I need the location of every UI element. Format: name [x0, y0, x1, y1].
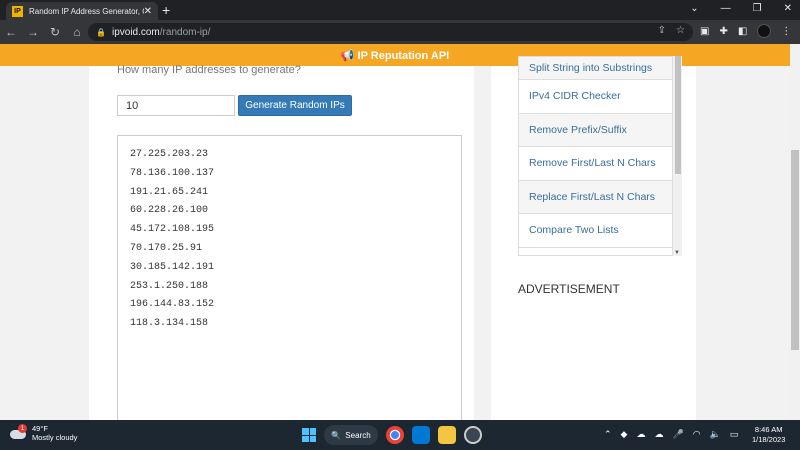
sidebar-item-replace-first-last-n-chars[interactable]: Replace First/Last N Chars — [519, 180, 672, 214]
sidebar-item-ipv4-cidr-checker[interactable]: IPv4 CIDR Checker — [519, 80, 672, 114]
ip-line: 27.225.203.23 — [130, 149, 209, 160]
taskbar-search-button[interactable]: 🔍 Search — [324, 425, 378, 445]
url-path: /random-ip/ — [159, 26, 211, 38]
omnibox-icons: ⇪ ☆ — [658, 25, 685, 36]
url-host: ipvoid.com — [111, 26, 160, 38]
chevron-down-icon[interactable]: ⌄ — [690, 3, 698, 14]
ip-line: 253.1.250.188 — [130, 280, 209, 292]
weather-desc: Mostly cloudy — [32, 433, 78, 442]
url-text: ipvoid.com/random-ip/ — [112, 27, 210, 38]
bookmark-star-icon[interactable]: ☆ — [676, 25, 685, 36]
chevron-up-icon[interactable]: ⌃ — [604, 429, 612, 440]
weather-badge: 1 — [18, 424, 27, 433]
lock-icon[interactable]: 🔒 — [96, 28, 106, 37]
address-bar[interactable]: 🔒 ipvoid.com/random-ip/ ⇪ ☆ — [88, 23, 693, 41]
vscode-app-icon[interactable] — [412, 426, 430, 444]
tools-list-scroll-thumb[interactable] — [675, 56, 681, 174]
battery-icon[interactable]: ▭ — [730, 429, 739, 440]
ip-line: 118.3.134.158 — [130, 318, 209, 330]
ip-line: 196.144.83.152 — [130, 299, 215, 311]
back-icon[interactable]: ← — [0, 25, 22, 39]
page-scrollbar[interactable] — [790, 44, 800, 420]
sidebar-item-split-string-into-substrings[interactable]: Split String into Substrings — [519, 57, 672, 80]
ip-output-textarea[interactable]: 27.225.203.23 78.136.100.137 191.21.65.241… — [117, 135, 462, 425]
puzzle-icon[interactable]: ✚ — [719, 26, 727, 37]
search-icon: 🔍 — [331, 430, 342, 440]
ip-line: 191.21.65.241 — [130, 186, 209, 198]
restore-icon[interactable]: ❐ — [753, 3, 762, 14]
menu-dots-icon[interactable]: ⋮ — [781, 26, 791, 37]
sidebar-item-compare-two-lists[interactable]: Compare Two Lists — [519, 214, 672, 248]
forward-icon[interactable]: → — [22, 25, 44, 39]
page-content: How many IP addresses to generate? Gener… — [0, 56, 790, 425]
browser-toolbar: ← → ↻ ⌂ 🔒 ipvoid.com/random-ip/ ⇪ ☆ ▣ ✚ … — [0, 20, 800, 44]
weather-widget[interactable]: 1 49°F Mostly cloudy — [8, 424, 77, 442]
extension-icon[interactable]: ▣ — [700, 26, 709, 37]
window-controls: ⌄ — ❐ ✕ — [690, 3, 792, 14]
close-window-icon[interactable]: ✕ — [784, 3, 792, 14]
tab-close-icon[interactable]: ✕ — [144, 6, 152, 17]
system-tray: ⌃ ◆ ☁ ☁ 🎤 ◠ 🔈 ▭ — [604, 429, 738, 440]
onedrive-icon[interactable]: ☁ — [636, 429, 645, 440]
sidebar-icon[interactable]: ◧ — [738, 26, 747, 37]
generator-card: How many IP addresses to generate? Gener… — [89, 64, 474, 425]
tools-list: Split String into Substrings IPv4 CIDR Ch… — [518, 56, 673, 256]
share-icon[interactable]: ⇪ — [658, 25, 666, 36]
count-question: How many IP addresses to generate? — [117, 64, 301, 76]
file-explorer-icon[interactable] — [438, 426, 456, 444]
sidebar-item-remove-first-last-n-chars[interactable]: Remove First/Last N Chars — [519, 147, 672, 181]
cloud-icon: 1 — [8, 424, 27, 440]
weather-temp: 49°F — [32, 424, 48, 433]
extension-icons: ▣ ✚ ◧ ⋮ — [700, 24, 791, 38]
new-tab-icon[interactable]: + — [162, 2, 170, 18]
chrome-app-icon[interactable] — [386, 426, 404, 444]
ip-line: 70.170.25.91 — [130, 242, 203, 254]
cloud-sync-icon[interactable]: ☁ — [654, 429, 663, 440]
taskbar: 1 49°F Mostly cloudy 🔍 Search ⌃ ◆ ☁ ☁ 🎤 … — [0, 420, 800, 450]
ip-line: 78.136.100.137 — [130, 167, 215, 179]
app-icon[interactable] — [464, 426, 482, 444]
ip-count-input[interactable] — [117, 95, 235, 116]
volume-icon[interactable]: 🔈 — [710, 429, 721, 440]
ip-line: 45.172.108.195 — [130, 224, 215, 236]
reload-icon[interactable]: ↻ — [44, 25, 66, 39]
clock-time: 8:46 AM — [754, 425, 783, 434]
generate-button[interactable]: Generate Random IPs — [238, 95, 352, 116]
tab-bar: IP Random IP Address Generator, Ge ✕ + ⌄… — [0, 0, 800, 20]
ip-line: 30.185.142.191 — [130, 261, 215, 273]
site-favicon-icon: IP — [12, 5, 23, 17]
ip-line: 60.228.26.100 — [130, 205, 209, 217]
microphone-icon[interactable]: 🎤 — [672, 429, 683, 440]
wifi-icon[interactable]: ◠ — [693, 429, 701, 440]
profile-avatar[interactable] — [757, 24, 772, 38]
windows-start-icon[interactable] — [302, 428, 316, 442]
taskbar-clock[interactable]: 8:46 AM 1/18/2023 — [752, 425, 785, 445]
scroll-down-icon[interactable]: ▼ — [674, 250, 680, 256]
tools-list-scrollbar[interactable]: ▼ — [672, 56, 682, 256]
weather-text: 49°F Mostly cloudy — [32, 424, 77, 442]
home-icon[interactable]: ⌂ — [66, 25, 88, 39]
browser-tab[interactable]: IP Random IP Address Generator, Ge ✕ — [6, 2, 158, 20]
taskbar-apps: 🔍 Search — [302, 425, 482, 445]
minimize-icon[interactable]: — — [721, 3, 731, 14]
security-icon[interactable]: ◆ — [621, 429, 628, 440]
clock-date: 1/18/2023 — [752, 435, 786, 444]
sidebar-item-remove-prefix-suffix[interactable]: Remove Prefix/Suffix — [519, 113, 672, 147]
tab-title: Random IP Address Generator, Ge — [28, 6, 144, 16]
page-scroll-thumb[interactable] — [791, 150, 799, 350]
search-label: Search — [345, 430, 371, 440]
sidebar-card: Split String into Substrings IPv4 CIDR Ch… — [491, 56, 696, 420]
advertisement-label: ADVERTISEMENT — [518, 282, 620, 296]
